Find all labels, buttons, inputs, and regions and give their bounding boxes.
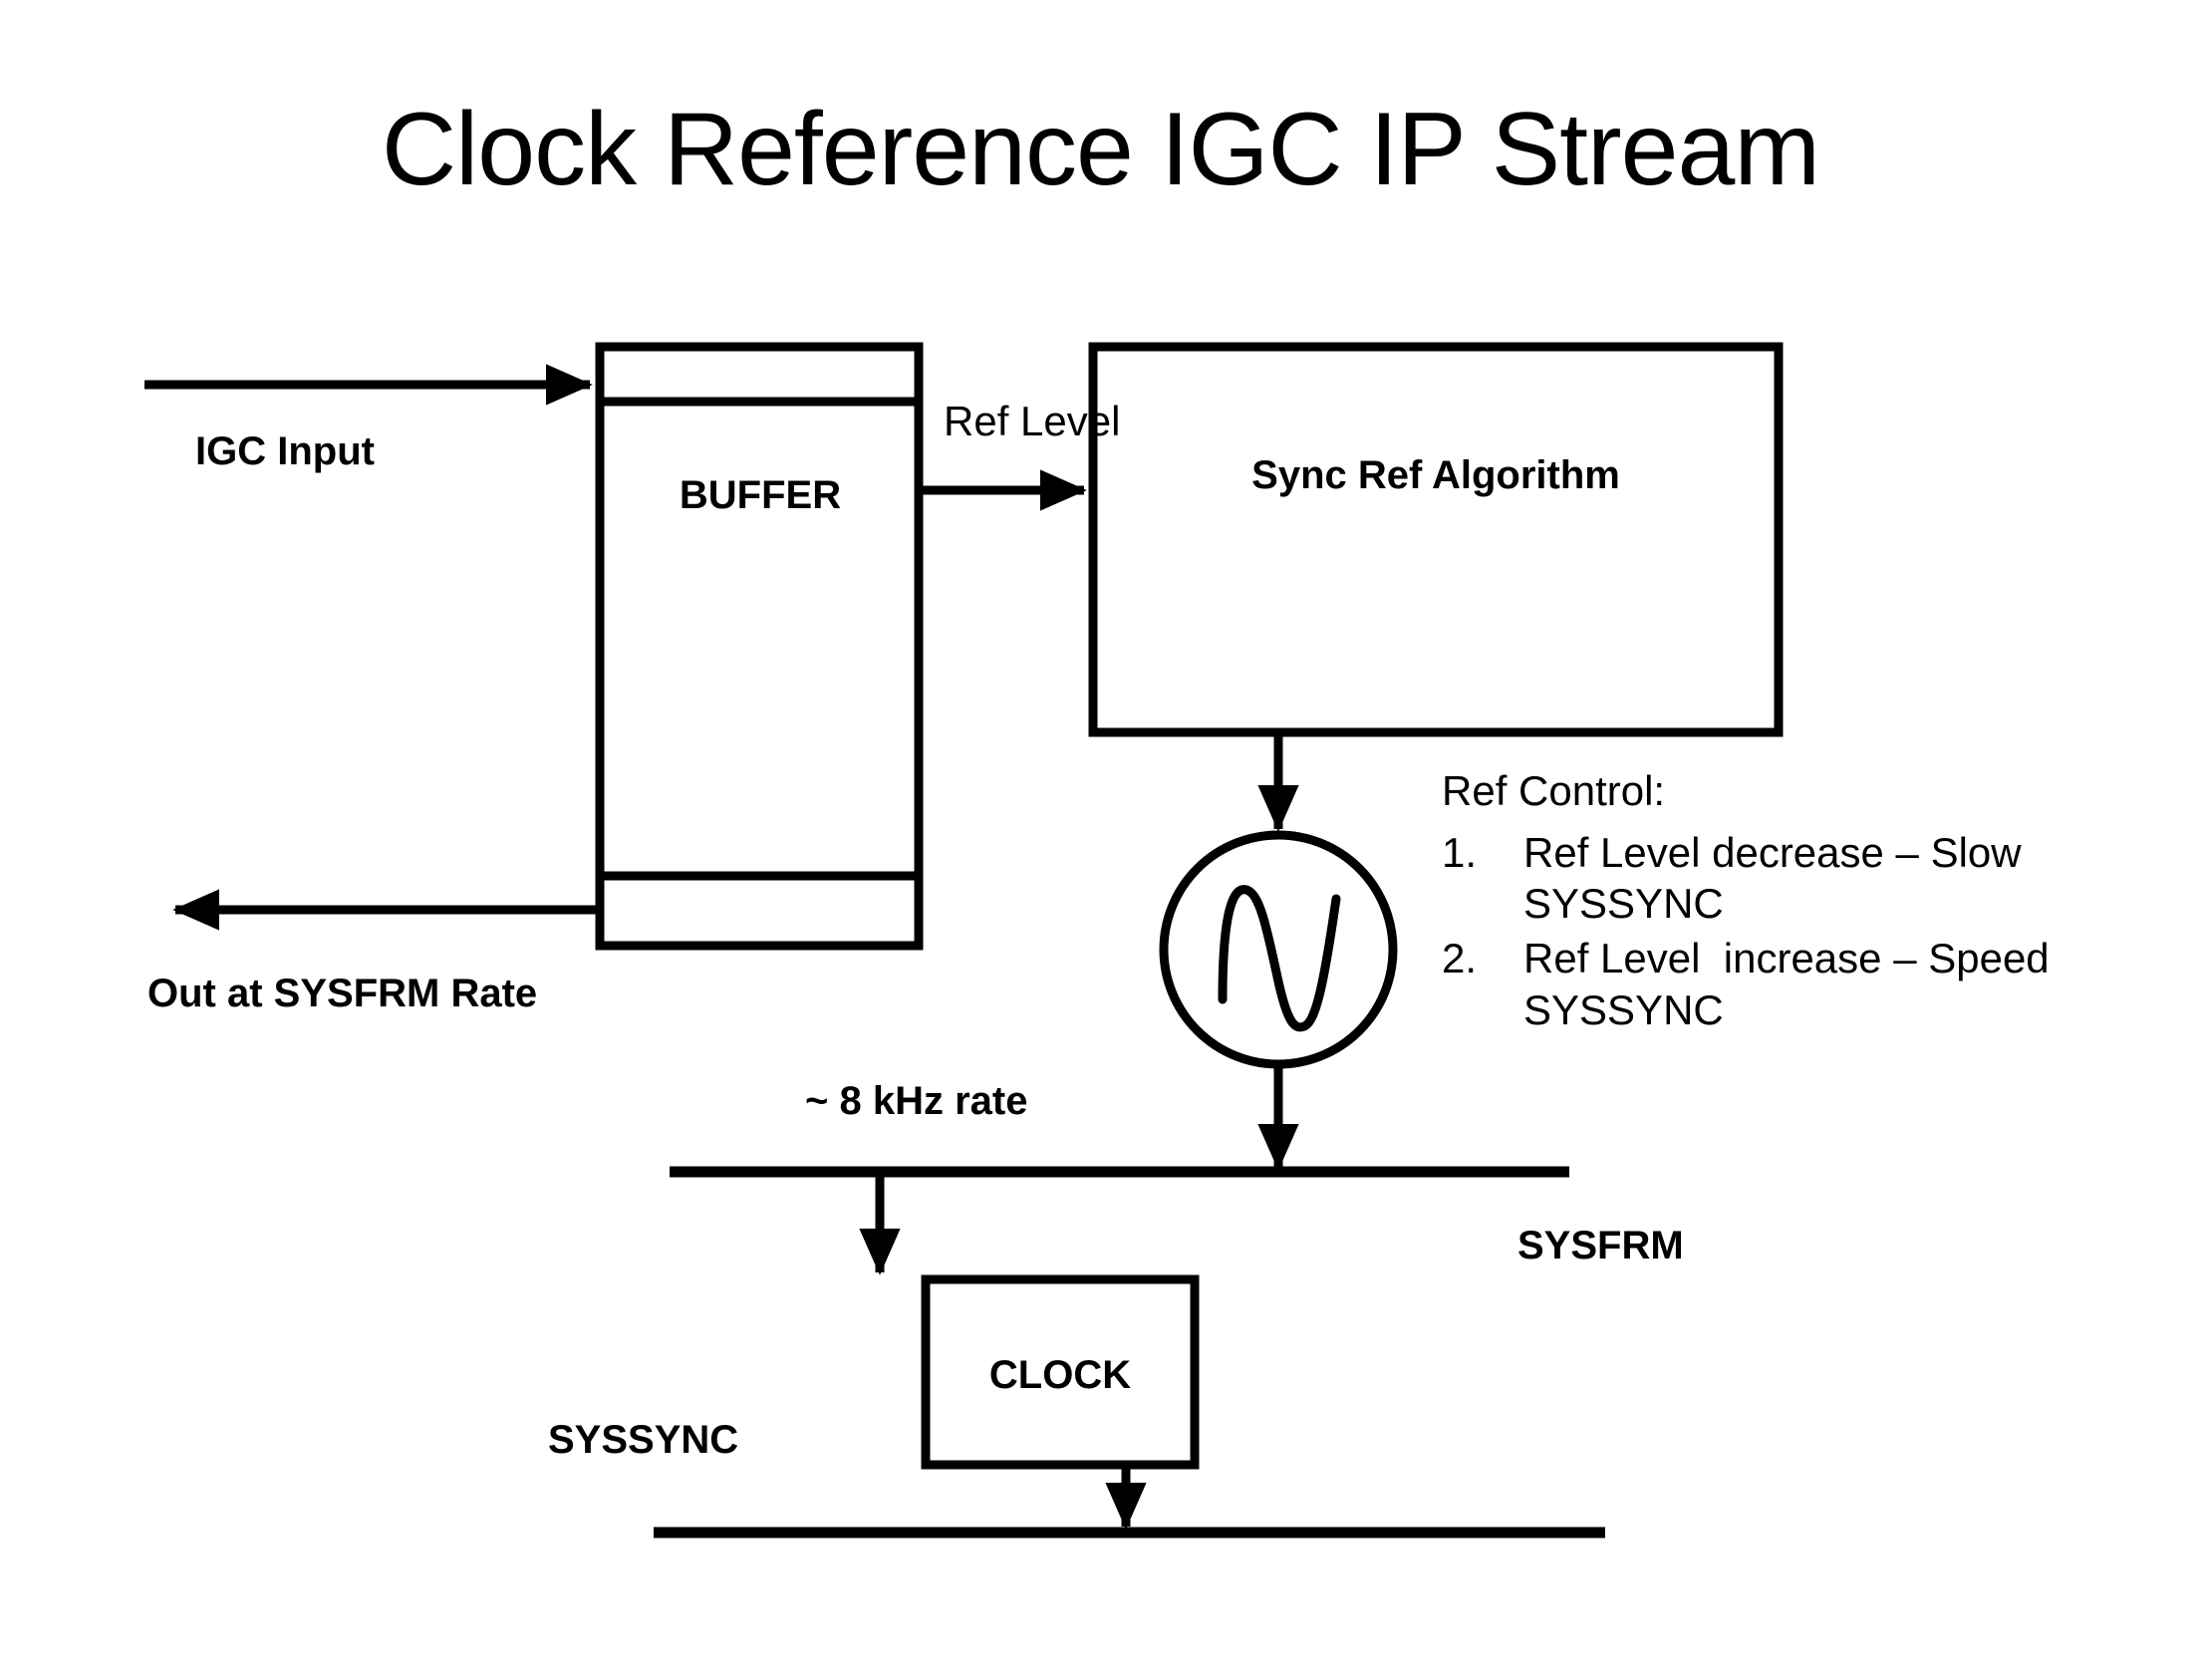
ref-level-label: Ref Level: [944, 398, 1121, 444]
sine-wave-icon: [1218, 885, 1341, 1032]
syssync-label: SYSSYNC: [548, 1418, 739, 1462]
clock-label: CLOCK: [988, 1353, 1132, 1397]
buffer-outline: [595, 342, 924, 951]
oscillator-circle: [1159, 830, 1398, 1069]
igc-input-label: IGC Input: [195, 429, 375, 473]
list-item: 2. Ref Level increase – Speed SYSSYNC: [1442, 933, 2179, 1034]
list-item-label: Ref Level increase – Speed SYSSYNC: [1523, 935, 2062, 1033]
slide-canvas: Clock Reference IGC IP Stream IGC Input …: [0, 0, 2201, 1680]
sync-ref-algorithm-label: Sync Ref Algorithm: [1251, 453, 1620, 497]
list-item: 1. Ref Level decrease – Slow SYSSYNC: [1442, 827, 2179, 929]
list-item-label: Ref Level decrease – Slow SYSSYNC: [1523, 829, 2034, 928]
ref-control-list: 1. Ref Level decrease – Slow SYSSYNC 2. …: [1442, 827, 2179, 1035]
oscillator-symbol: [1159, 830, 1398, 1069]
buffer-label: BUFFER: [679, 473, 842, 517]
list-item-number: 2.: [1442, 935, 1478, 982]
buffer-block: [595, 342, 924, 951]
list-item-number: 1.: [1442, 829, 1478, 876]
sync-ref-algorithm-block: [1088, 342, 1784, 737]
ref-control-title: Ref Control:: [1442, 767, 1666, 814]
rate-8khz-label: ~ 8 kHz rate: [805, 1079, 1028, 1123]
out-at-sysfrm-rate-label: Out at SYSFRM Rate: [147, 972, 538, 1015]
sysfrm-label: SYSFRM: [1517, 1224, 1684, 1267]
ref-control-block: Ref Control: 1. Ref Level decrease – Slo…: [1442, 767, 2179, 1039]
